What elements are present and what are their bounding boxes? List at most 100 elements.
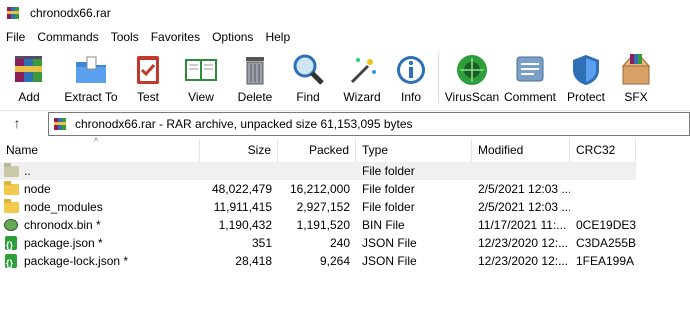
menu-file[interactable]: File <box>0 30 31 44</box>
menu-bar: File Commands Tools Favorites Options He… <box>0 26 690 48</box>
menu-commands[interactable]: Commands <box>31 30 104 44</box>
menu-tools[interactable]: Tools <box>105 30 145 44</box>
crc-cell <box>570 198 636 216</box>
comment-button[interactable]: Comment <box>501 48 559 108</box>
type-cell: BIN File <box>362 218 405 232</box>
size-cell: 28,418 <box>235 254 272 268</box>
test-button[interactable]: Test <box>124 48 172 108</box>
modified-cell <box>472 162 570 180</box>
find-label: Find <box>296 90 320 104</box>
column-header-type[interactable]: Type <box>356 138 472 162</box>
size-cell: 11,911,415 <box>213 200 272 214</box>
crc-cell: 0CE19DE3 <box>576 218 636 232</box>
comment-icon <box>512 52 548 88</box>
rar-archive-icon <box>53 116 69 132</box>
packed-cell: 2,927,152 <box>296 200 350 214</box>
modified-cell: 12/23/2020 12:... <box>478 236 569 250</box>
type-cell: File folder <box>362 164 415 178</box>
add-label: Add <box>18 90 40 104</box>
column-header-size[interactable]: Size <box>200 138 278 162</box>
crc-cell <box>570 180 636 198</box>
file-name: node_modules <box>24 200 103 214</box>
crc-cell: C3DA255B <box>576 236 636 250</box>
file-name: chronodx.bin * <box>24 218 101 232</box>
file-name: node <box>24 182 51 196</box>
sfx-box-icon <box>618 52 654 88</box>
table-row[interactable]: .. File folder <box>0 162 636 180</box>
crc-cell: 1FEA199A <box>576 254 635 268</box>
view-button[interactable]: View <box>172 48 230 108</box>
shield-icon <box>568 52 604 88</box>
winrar-app-icon <box>6 5 22 21</box>
packed-cell: 16,212,000 <box>289 182 350 196</box>
folder-icon <box>4 181 20 196</box>
modified-cell: 2/5/2021 12:03 ... <box>478 200 570 214</box>
add-archive-icon <box>11 52 47 88</box>
type-cell: File folder <box>362 182 415 196</box>
parent-folder-icon <box>4 163 20 178</box>
test-clipboard-icon <box>130 52 166 88</box>
file-name: package-lock.json * <box>24 254 129 268</box>
table-row[interactable]: chronodx.bin * 1,190,432 1,191,520 BIN F… <box>0 216 690 234</box>
virus-scan-icon <box>454 52 490 88</box>
json-file-icon <box>4 236 20 252</box>
table-row[interactable]: node_modules 11,911,415 2,927,152 File f… <box>0 198 690 216</box>
extract-to-label: Extract To <box>64 90 118 104</box>
type-cell: JSON File <box>362 236 417 250</box>
trash-icon <box>237 52 273 88</box>
size-cell <box>200 162 278 180</box>
modified-cell: 12/23/2020 12:... <box>478 254 569 268</box>
name-cell: node_modules <box>0 198 200 216</box>
view-label: View <box>188 90 214 104</box>
packed-cell: 240 <box>329 236 350 250</box>
file-name: package.json * <box>24 236 103 250</box>
protect-label: Protect <box>566 90 605 104</box>
name-cell: package.json * <box>0 234 200 252</box>
window-title: chronodx66.rar <box>30 6 111 20</box>
size-cell: 1,190,432 <box>218 218 272 232</box>
delete-label: Delete <box>237 90 273 104</box>
archive-path-field[interactable]: chronodx66.rar - RAR archive, unpacked s… <box>48 112 690 136</box>
table-row[interactable]: package-lock.json * 28,418 9,264 JSON Fi… <box>0 252 690 270</box>
protect-button[interactable]: Protect <box>559 48 613 108</box>
toolbar-separator <box>438 53 439 103</box>
packed-cell: 1,191,520 <box>296 218 350 232</box>
modified-cell: 2/5/2021 12:03 ... <box>478 182 570 196</box>
menu-options[interactable]: Options <box>206 30 259 44</box>
size-cell: 351 <box>251 236 272 250</box>
modified-cell: 11/17/2021 11:... <box>478 218 567 232</box>
bin-file-icon <box>4 218 20 232</box>
wizard-button[interactable]: Wizard <box>336 48 388 108</box>
find-button[interactable]: Find <box>280 48 336 108</box>
column-header-crc32[interactable]: CRC32 <box>570 138 636 162</box>
column-header-packed[interactable]: Packed <box>278 138 356 162</box>
info-label: Info <box>400 90 421 104</box>
sort-ascending-icon: ^ <box>94 136 99 146</box>
magnifier-icon <box>290 52 326 88</box>
column-header-modified[interactable]: Modified <box>472 138 570 162</box>
packed-cell <box>278 162 356 180</box>
comment-label: Comment <box>503 90 556 104</box>
extract-to-button[interactable]: Extract To <box>58 48 124 108</box>
menu-help[interactable]: Help <box>259 30 296 44</box>
type-cell: JSON File <box>362 254 417 268</box>
view-book-icon <box>183 52 219 88</box>
add-button[interactable]: Add <box>0 48 58 108</box>
type-cell: File folder <box>362 200 415 214</box>
info-button[interactable]: Info <box>388 48 434 108</box>
column-header-name[interactable]: ^ Name <box>0 136 200 162</box>
crc-cell <box>570 162 636 180</box>
magic-wand-icon <box>344 52 380 88</box>
sfx-button[interactable]: SFX <box>613 48 659 108</box>
name-cell: package-lock.json * <box>0 252 200 270</box>
table-row[interactable]: package.json * 351 240 JSON File 12/23/2… <box>0 234 690 252</box>
up-arrow-icon[interactable]: ↑ <box>8 115 26 133</box>
table-row[interactable]: node 48,022,479 16,212,000 File folder 2… <box>0 180 690 198</box>
menu-favorites[interactable]: Favorites <box>145 30 206 44</box>
delete-button[interactable]: Delete <box>230 48 280 108</box>
info-icon <box>393 52 429 88</box>
packed-cell: 9,264 <box>319 254 350 268</box>
virusscan-button[interactable]: VirusScan <box>443 48 501 108</box>
wizard-label: Wizard <box>343 90 381 104</box>
name-cell: chronodx.bin * <box>0 216 200 234</box>
